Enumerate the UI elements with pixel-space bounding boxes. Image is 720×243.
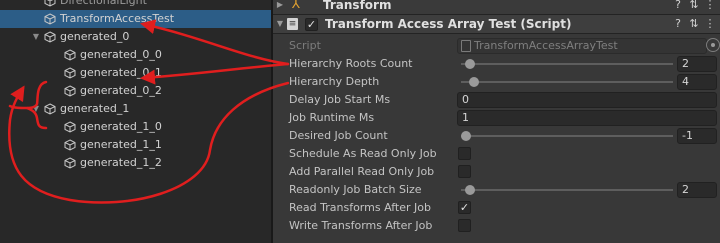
property-row: Job Runtime Ms 1 [273, 109, 720, 127]
hierarchy-item[interactable]: generated_0_0 [0, 46, 271, 64]
property-row: Delay Job Start Ms 0 [273, 91, 720, 109]
hierarchy-item-label: generated_0_2 [80, 84, 162, 97]
hierarchy-panel: DirectionalLight TransformAccessTest ▼ gene… [0, 0, 271, 243]
hierarchy-item[interactable]: DirectionalLight [0, 0, 271, 10]
property-row: Readonly Job Batch Size 2 [273, 181, 720, 199]
component-enabled-checkbox[interactable]: ✓ [305, 18, 318, 31]
property-row: Add Parallel Read Only Job [273, 163, 720, 181]
hierarchy-item[interactable]: ▼ generated_1 [0, 100, 271, 118]
property-checkbox[interactable] [458, 147, 471, 160]
hierarchy-item-label: generated_1_1 [80, 138, 162, 151]
slider-track[interactable] [461, 189, 673, 191]
help-icon[interactable]: ? [671, 0, 685, 12]
gameobject-cube-icon [64, 67, 76, 79]
hierarchy-item[interactable]: TransformAccessTest [0, 10, 271, 28]
hierarchy-item[interactable]: generated_1_2 [0, 154, 271, 172]
hierarchy-item[interactable]: generated_1_1 [0, 136, 271, 154]
hierarchy-item-label: generated_0_1 [80, 66, 162, 79]
hierarchy-item-label: generated_1_2 [80, 156, 162, 169]
property-checkbox[interactable]: ✓ [458, 201, 471, 214]
gameobject-cube-icon [64, 49, 76, 61]
help-icon[interactable]: ? [671, 17, 685, 31]
property-row: Hierarchy Roots Count 2 [273, 55, 720, 73]
expand-arrow-icon[interactable]: ▼ [31, 28, 41, 46]
hierarchy-item-label: generated_0_0 [80, 48, 162, 61]
inspector-panel: ▶ ⅄ Transform ? ⇅ ⋮ ▼ ≡ ✓ Transform Acce… [273, 0, 720, 243]
hierarchy-item-label: DirectionalLight [60, 0, 147, 7]
hierarchy-item-label: generated_0 [60, 30, 130, 43]
expand-arrow-icon[interactable]: ▼ [31, 100, 41, 118]
property-label: Desired Job Count [289, 129, 388, 142]
menu-icon[interactable]: ⋮ [703, 17, 717, 31]
property-label: Add Parallel Read Only Job [289, 165, 435, 178]
slider-track[interactable] [461, 135, 673, 137]
hierarchy-item-label: TransformAccessTest [60, 12, 175, 25]
property-label: Schedule As Read Only Job [289, 147, 437, 160]
property-label: Job Runtime Ms [289, 111, 375, 124]
gameobject-cube-icon [44, 13, 56, 25]
property-label: Readonly Job Batch Size [289, 183, 422, 196]
gameobject-cube-icon [64, 85, 76, 97]
slider-value-field[interactable]: 2 [677, 182, 717, 198]
script-file-icon: ≡ [287, 18, 298, 30]
hierarchy-item[interactable]: generated_0_2 [0, 82, 271, 100]
slider-thumb[interactable] [465, 185, 476, 195]
property-label: Hierarchy Roots Count [289, 57, 413, 70]
property-label: Hierarchy Depth [289, 75, 380, 88]
gameobject-cube-icon [44, 0, 56, 7]
transform-axis-icon: ⅄ [292, 0, 300, 12]
gameobject-cube-icon [64, 157, 76, 169]
component-title: Transform Access Array Test (Script) [325, 17, 572, 31]
component-fold-icon[interactable]: ▼ [275, 15, 285, 33]
property-checkbox[interactable] [458, 219, 471, 232]
property-label: Write Transforms After Job [289, 219, 433, 232]
gameobject-cube-icon [64, 121, 76, 133]
slider-value-field[interactable]: 4 [677, 74, 717, 90]
script-component-header[interactable]: ▼ ≡ ✓ Transform Access Array Test (Scrip… [273, 15, 720, 34]
slider-track[interactable] [461, 81, 673, 83]
property-label: Read Transforms After Job [289, 201, 431, 214]
transform-component-header[interactable]: ▶ ⅄ Transform ? ⇅ ⋮ [273, 0, 720, 15]
slider-value-field[interactable]: 2 [677, 56, 717, 72]
gameobject-cube-icon [44, 31, 56, 43]
script-field-row: Script TransformAccessArrayTest [273, 37, 720, 55]
int-field[interactable]: 0 [457, 92, 717, 108]
script-field-label: Script [289, 39, 321, 52]
property-checkbox[interactable] [458, 165, 471, 178]
gameobject-cube-icon [44, 103, 56, 115]
hierarchy-item-label: generated_1_0 [80, 120, 162, 133]
presets-icon[interactable]: ⇅ [687, 17, 701, 31]
transform-title: Transform [323, 0, 392, 12]
hierarchy-item[interactable]: ▼ generated_0 [0, 28, 271, 46]
menu-icon[interactable]: ⋮ [703, 0, 717, 12]
transform-fold-icon[interactable]: ▶ [275, 0, 285, 14]
script-field-value: TransformAccessArrayTest [474, 39, 618, 52]
slider-thumb[interactable] [461, 131, 471, 141]
hierarchy-item[interactable]: generated_0_1 [0, 64, 271, 82]
script-asset-icon [461, 40, 471, 52]
slider-thumb[interactable] [469, 77, 480, 87]
slider-thumb[interactable] [465, 59, 476, 69]
presets-icon[interactable]: ⇅ [687, 0, 701, 12]
property-row: Desired Job Count -1 [273, 127, 720, 145]
slider-track[interactable] [461, 63, 673, 65]
slider-value-field[interactable]: -1 [677, 128, 717, 144]
hierarchy-item[interactable]: generated_1_0 [0, 118, 271, 136]
script-object-field: TransformAccessArrayTest [457, 38, 707, 54]
int-field[interactable]: 1 [457, 110, 717, 126]
property-row: Hierarchy Depth 4 [273, 73, 720, 91]
gameobject-cube-icon [64, 139, 76, 151]
object-picker-icon[interactable] [706, 38, 720, 52]
unity-editor-screenshot: DirectionalLight TransformAccessTest ▼ gene… [0, 0, 720, 243]
hierarchy-item-label: generated_1 [60, 102, 130, 115]
property-row: Schedule As Read Only Job [273, 145, 720, 163]
property-label: Delay Job Start Ms [289, 93, 391, 106]
property-row: Read Transforms After Job ✓ [273, 199, 720, 217]
property-row: Write Transforms After Job [273, 217, 720, 235]
